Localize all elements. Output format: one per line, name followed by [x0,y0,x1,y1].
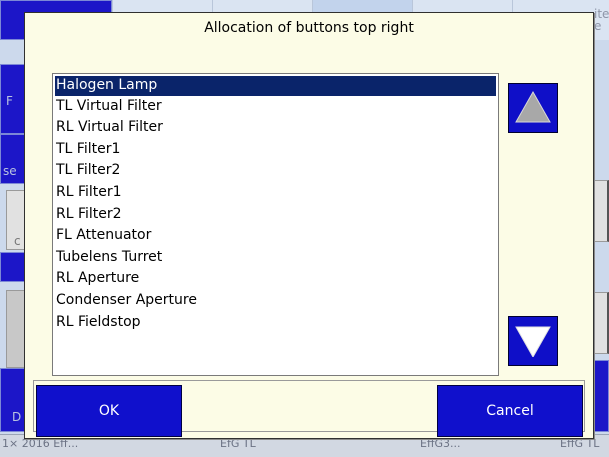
bg-right-field-1[interactable] [594,180,609,242]
list-item[interactable]: FL Attenuator [53,225,498,247]
list-item[interactable]: Halogen Lamp [55,76,496,96]
list-item[interactable]: TL Filter1 [53,139,498,161]
bg-left-label-4: D [12,410,22,424]
list-item[interactable]: Condenser Aperture [53,290,498,312]
scroll-up-button[interactable] [508,83,558,133]
bg-right-field-2[interactable] [594,292,609,354]
list-item[interactable]: RL Fieldstop [53,312,498,334]
allocation-dialog: Allocation of buttons top right Halogen … [24,12,594,439]
bg-top-right-text: ite e [594,7,609,33]
bg-right-button[interactable] [594,360,609,432]
listbox-items: Halogen Lamp TL Virtual Filter RL Virtual … [53,76,498,333]
triangle-up-icon [515,90,551,123]
list-item[interactable]: TL Filter2 [53,160,498,182]
bg-left-label-2: se [3,164,17,178]
scroll-down-button[interactable] [508,316,558,366]
list-item[interactable]: RL Filter2 [53,204,498,226]
button-allocation-listbox[interactable]: Halogen Lamp TL Virtual Filter RL Virtual … [52,73,499,376]
list-item[interactable]: Tubelens Turret [53,247,498,269]
list-item[interactable]: RL Filter1 [53,182,498,204]
triangle-down-icon [515,326,551,357]
list-item[interactable]: RL Aperture [53,268,498,290]
bg-left-label-3: c [14,234,21,248]
ok-button[interactable]: OK [36,385,182,437]
bg-left-label-1: F [6,94,13,108]
dialog-title: Allocation of buttons top right [204,20,414,36]
cancel-button[interactable]: Cancel [437,385,583,437]
list-item[interactable]: RL Virtual Filter [53,117,498,139]
list-item[interactable]: TL Virtual Filter [53,96,498,118]
